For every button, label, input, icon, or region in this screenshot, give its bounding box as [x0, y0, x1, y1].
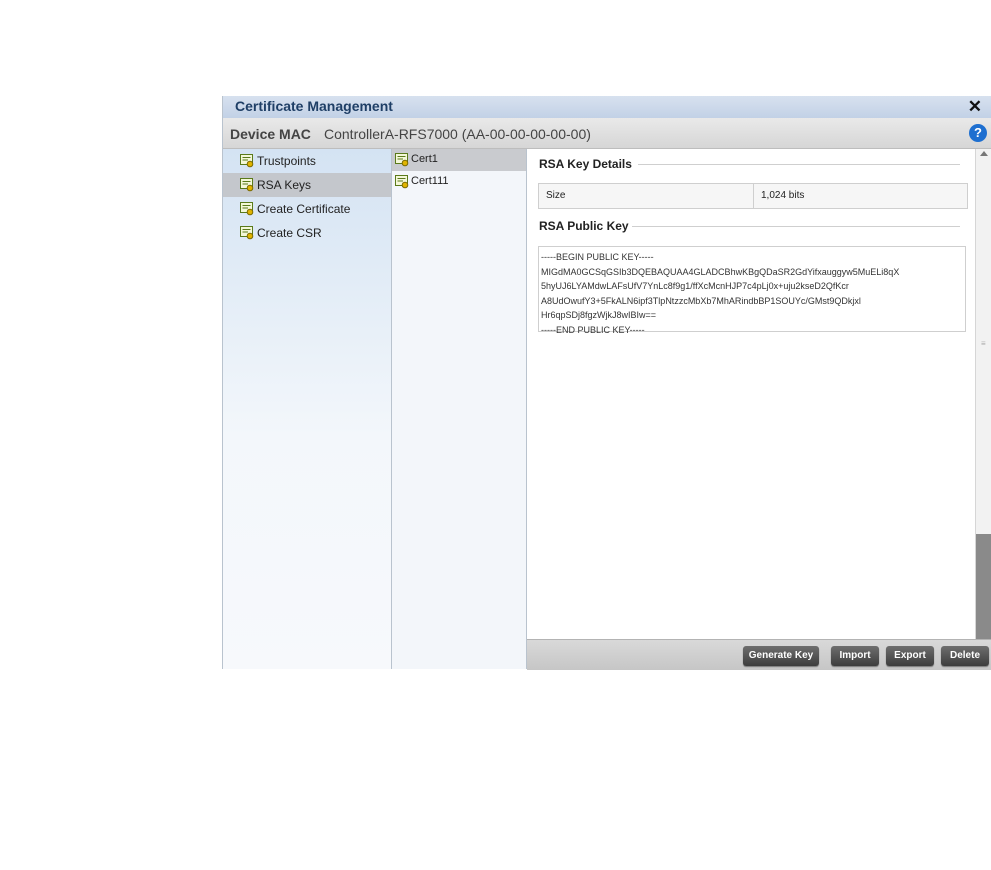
close-icon[interactable]: ✕ — [968, 96, 982, 118]
certificate-icon — [240, 226, 254, 240]
nav-item-label: Trustpoints — [257, 154, 316, 168]
list-item-cert1[interactable]: Cert1 — [392, 149, 526, 171]
left-navigation: Trustpoints RSA Keys Create Certificate — [223, 149, 392, 669]
size-row: Size 1,024 bits — [538, 183, 968, 209]
nav-item-rsa-keys[interactable]: RSA Keys — [223, 173, 391, 197]
section-divider — [638, 164, 960, 165]
nav-item-trustpoints[interactable]: Trustpoints — [223, 149, 391, 173]
nav-item-create-certificate[interactable]: Create Certificate — [223, 197, 391, 221]
certificate-icon — [240, 178, 254, 192]
import-button[interactable]: Import — [831, 646, 879, 666]
list-item-label: Cert111 — [411, 175, 449, 187]
public-key-line: MIGdMA0GCSqGSIb3DQEBAQUAA4GLADCBhwKBgQDa… — [541, 266, 900, 277]
size-label: Size — [546, 190, 566, 201]
help-icon[interactable]: ? — [969, 124, 987, 142]
size-value: 1,024 bits — [761, 190, 805, 201]
device-mac-value: ControllerA-RFS7000 (AA-00-00-00-00-00) — [324, 126, 591, 142]
device-mac-label: Device MAC — [230, 126, 311, 142]
generate-key-button[interactable]: Generate Key — [743, 646, 819, 666]
certificate-management-dialog: Certificate Management ✕ Device MAC Cont… — [222, 96, 991, 670]
certificate-icon — [395, 175, 409, 189]
delete-button[interactable]: Delete — [941, 646, 989, 666]
rsa-key-list: Cert1 Cert111 — [392, 149, 527, 669]
public-key-line: Hr6qpSDj8fgzWjkJ8wIBIw== — [541, 310, 657, 320]
scroll-up-arrow-icon[interactable] — [980, 151, 988, 156]
public-key-line: A8UdOwufY3+5FkALN6ipf3TlpNtzzcMbXb7MhARi… — [541, 295, 861, 306]
public-key-line: -----BEGIN PUBLIC KEY----- — [541, 252, 654, 262]
nav-item-label: Create Certificate — [257, 202, 351, 216]
scroll-grip-icon: ≡ — [981, 339, 986, 348]
list-item-label: Cert1 — [411, 153, 438, 165]
device-mac-bar: Device MAC ControllerA-RFS7000 (AA-00-00… — [223, 118, 991, 149]
public-key-line: 5hyUJ6LYAMdwLAFsUfV7YnLc8f9g1/ffXcMcnHJP… — [541, 281, 849, 291]
certificate-icon — [240, 154, 254, 168]
public-key-text[interactable]: -----BEGIN PUBLIC KEY----- MIGdMA0GCSqGS… — [538, 246, 966, 335]
details-scrollbar[interactable]: ≡ — [975, 149, 991, 639]
nav-item-create-csr[interactable]: Create CSR — [223, 221, 391, 245]
rsa-key-details-title: RSA Key Details — [539, 157, 632, 171]
dialog-title: Certificate Management — [235, 98, 393, 114]
nav-item-label: Create CSR — [257, 226, 322, 240]
export-button[interactable]: Export — [886, 646, 934, 666]
rsa-public-key-title: RSA Public Key — [539, 219, 629, 233]
column-divider — [753, 184, 754, 208]
dialog-titlebar: Certificate Management ✕ — [223, 96, 991, 118]
list-item-cert111[interactable]: Cert111 — [392, 171, 526, 193]
section-divider — [632, 226, 960, 227]
certificate-icon — [395, 153, 409, 167]
certificate-icon — [240, 202, 254, 216]
scrollbar-thumb[interactable] — [976, 534, 991, 639]
public-key-line: -----END PUBLIC KEY----- — [541, 324, 645, 335]
action-bar: Generate Key Import Export Delete — [527, 639, 991, 670]
rsa-key-details-panel: RSA Key Details Size 1,024 bits RSA Publ… — [527, 149, 991, 639]
nav-item-label: RSA Keys — [257, 178, 312, 192]
